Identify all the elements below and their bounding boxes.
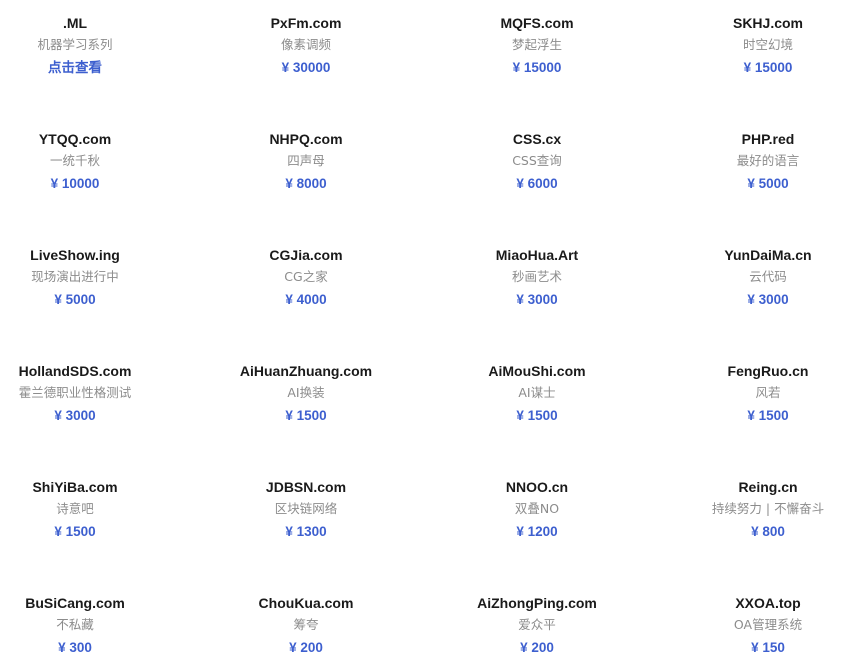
domain-price[interactable]: ¥ 1300 — [206, 523, 406, 541]
domain-card[interactable]: .ML 机器学习系列 点击查看 — [0, 14, 175, 77]
domain-name[interactable]: AiHuanZhuang.com — [206, 362, 406, 380]
domain-description: OA管理系统 — [733, 617, 803, 632]
domain-description: 云代码 — [749, 269, 787, 284]
domain-description: 区块链网络 — [274, 501, 338, 516]
domain-price[interactable]: ¥ 300 — [0, 639, 175, 657]
domain-name[interactable]: NHPQ.com — [206, 130, 406, 148]
domain-price[interactable]: ¥ 150 — [668, 639, 857, 657]
domain-card[interactable]: Reing.cn 持续努力 | 不懈奋斗 ¥ 800 — [668, 478, 857, 541]
domain-name[interactable]: MQFS.com — [437, 14, 637, 32]
domain-description: 双叠NO — [514, 501, 560, 516]
domain-price[interactable]: ¥ 200 — [437, 639, 637, 657]
domain-card[interactable]: XXOA.top OA管理系统 ¥ 150 — [668, 594, 857, 657]
domain-card[interactable]: ChouKua.com 筹夸 ¥ 200 — [206, 594, 406, 657]
domain-name[interactable]: PxFm.com — [206, 14, 406, 32]
domain-card[interactable]: AiMouShi.com AI谋士 ¥ 1500 — [437, 362, 637, 425]
domain-price[interactable]: ¥ 8000 — [206, 175, 406, 193]
domain-name[interactable]: MiaoHua.Art — [437, 246, 637, 264]
domain-description: 霍兰德职业性格测试 — [18, 385, 132, 400]
domain-name[interactable]: ChouKua.com — [206, 594, 406, 612]
domain-description: 最好的语言 — [736, 153, 800, 168]
domain-name[interactable]: CGJia.com — [206, 246, 406, 264]
domain-name[interactable]: CSS.cx — [437, 130, 637, 148]
domain-price[interactable]: ¥ 1500 — [437, 407, 637, 425]
domain-card[interactable]: MiaoHua.Art 秒画艺术 ¥ 3000 — [437, 246, 637, 309]
domain-card[interactable]: SKHJ.com 时空幻境 ¥ 15000 — [668, 14, 857, 77]
domain-description: 时空幻境 — [742, 37, 793, 52]
domain-card[interactable]: MQFS.com 梦起浮生 ¥ 15000 — [437, 14, 637, 77]
domain-card[interactable]: BuSiCang.com 不私藏 ¥ 300 — [0, 594, 175, 657]
domain-price[interactable]: ¥ 10000 — [0, 175, 175, 193]
domain-price[interactable]: ¥ 4000 — [206, 291, 406, 309]
domain-description: 梦起浮生 — [511, 37, 562, 52]
domain-description: 秒画艺术 — [511, 269, 562, 284]
domain-description: 持续努力 | 不懈奋斗 — [711, 501, 825, 516]
domain-description: 风若 — [755, 385, 781, 400]
domain-name[interactable]: SKHJ.com — [668, 14, 857, 32]
domain-name[interactable]: JDBSN.com — [206, 478, 406, 496]
domain-description: 一统千秋 — [49, 153, 100, 168]
domain-description: 像素调频 — [280, 37, 331, 52]
domain-card[interactable]: NNOO.cn 双叠NO ¥ 1200 — [437, 478, 637, 541]
domain-name[interactable]: Reing.cn — [668, 478, 857, 496]
domain-description: 爱众平 — [518, 617, 556, 632]
domain-card[interactable]: YTQQ.com 一统千秋 ¥ 10000 — [0, 130, 175, 193]
domain-card[interactable]: PxFm.com 像素调频 ¥ 30000 — [206, 14, 406, 77]
domain-description: CG之家 — [284, 269, 328, 284]
domain-card[interactable]: LiveShow.ing 现场演出进行中 ¥ 5000 — [0, 246, 175, 309]
domain-card[interactable]: ShiYiBa.com 诗意吧 ¥ 1500 — [0, 478, 175, 541]
domain-card[interactable]: JDBSN.com 区块链网络 ¥ 1300 — [206, 478, 406, 541]
domain-card[interactable]: AiHuanZhuang.com AI换装 ¥ 1500 — [206, 362, 406, 425]
domain-card[interactable]: YunDaiMa.cn 云代码 ¥ 3000 — [668, 246, 857, 309]
domain-price[interactable]: ¥ 5000 — [0, 291, 175, 309]
domain-price[interactable]: ¥ 1500 — [206, 407, 406, 425]
domain-card[interactable]: FengRuo.cn 风若 ¥ 1500 — [668, 362, 857, 425]
domain-name[interactable]: LiveShow.ing — [0, 246, 175, 264]
domain-price[interactable]: ¥ 15000 — [437, 59, 637, 77]
domain-description: 诗意吧 — [56, 501, 94, 516]
domain-name[interactable]: FengRuo.cn — [668, 362, 857, 380]
domain-card[interactable]: CGJia.com CG之家 ¥ 4000 — [206, 246, 406, 309]
domain-card[interactable]: PHP.red 最好的语言 ¥ 5000 — [668, 130, 857, 193]
domain-description: 筹夸 — [293, 617, 319, 632]
domain-name[interactable]: ShiYiBa.com — [0, 478, 175, 496]
domain-card[interactable]: AiZhongPing.com 爱众平 ¥ 200 — [437, 594, 637, 657]
domain-name[interactable]: XXOA.top — [668, 594, 857, 612]
domain-price[interactable]: ¥ 3000 — [668, 291, 857, 309]
domain-name[interactable]: .ML — [0, 14, 175, 32]
domain-card[interactable]: CSS.cx CSS查询 ¥ 6000 — [437, 130, 637, 193]
domain-price[interactable]: ¥ 6000 — [437, 175, 637, 193]
domain-price[interactable]: ¥ 15000 — [668, 59, 857, 77]
domain-price[interactable]: ¥ 5000 — [668, 175, 857, 193]
domain-name[interactable]: BuSiCang.com — [0, 594, 175, 612]
domain-price[interactable]: ¥ 1500 — [0, 523, 175, 541]
domain-description: 现场演出进行中 — [31, 269, 119, 284]
domain-name[interactable]: YunDaiMa.cn — [668, 246, 857, 264]
domain-card[interactable]: NHPQ.com 四声母 ¥ 8000 — [206, 130, 406, 193]
domain-name[interactable]: HollandSDS.com — [0, 362, 175, 380]
domain-card[interactable]: HollandSDS.com 霍兰德职业性格测试 ¥ 3000 — [0, 362, 175, 425]
domain-price[interactable]: ¥ 30000 — [206, 59, 406, 77]
domain-name[interactable]: AiZhongPing.com — [437, 594, 637, 612]
domain-price[interactable]: ¥ 3000 — [0, 407, 175, 425]
domain-price[interactable]: ¥ 1500 — [668, 407, 857, 425]
domain-name[interactable]: AiMouShi.com — [437, 362, 637, 380]
domain-description: AI谋士 — [518, 385, 556, 400]
domain-price[interactable]: 点击查看 — [0, 59, 175, 77]
domain-price[interactable]: ¥ 3000 — [437, 291, 637, 309]
domain-name[interactable]: YTQQ.com — [0, 130, 175, 148]
domain-listing-grid: .ML 机器学习系列 点击查看 PxFm.com 像素调频 ¥ 30000 MQ… — [0, 0, 857, 664]
domain-name[interactable]: NNOO.cn — [437, 478, 637, 496]
domain-name[interactable]: PHP.red — [668, 130, 857, 148]
domain-description: AI换装 — [287, 385, 325, 400]
domain-price[interactable]: ¥ 200 — [206, 639, 406, 657]
domain-description: 不私藏 — [56, 617, 94, 632]
domain-price[interactable]: ¥ 800 — [668, 523, 857, 541]
domain-description: CSS查询 — [512, 153, 562, 168]
domain-description: 四声母 — [287, 153, 325, 168]
domain-description: 机器学习系列 — [37, 37, 113, 52]
domain-price[interactable]: ¥ 1200 — [437, 523, 637, 541]
